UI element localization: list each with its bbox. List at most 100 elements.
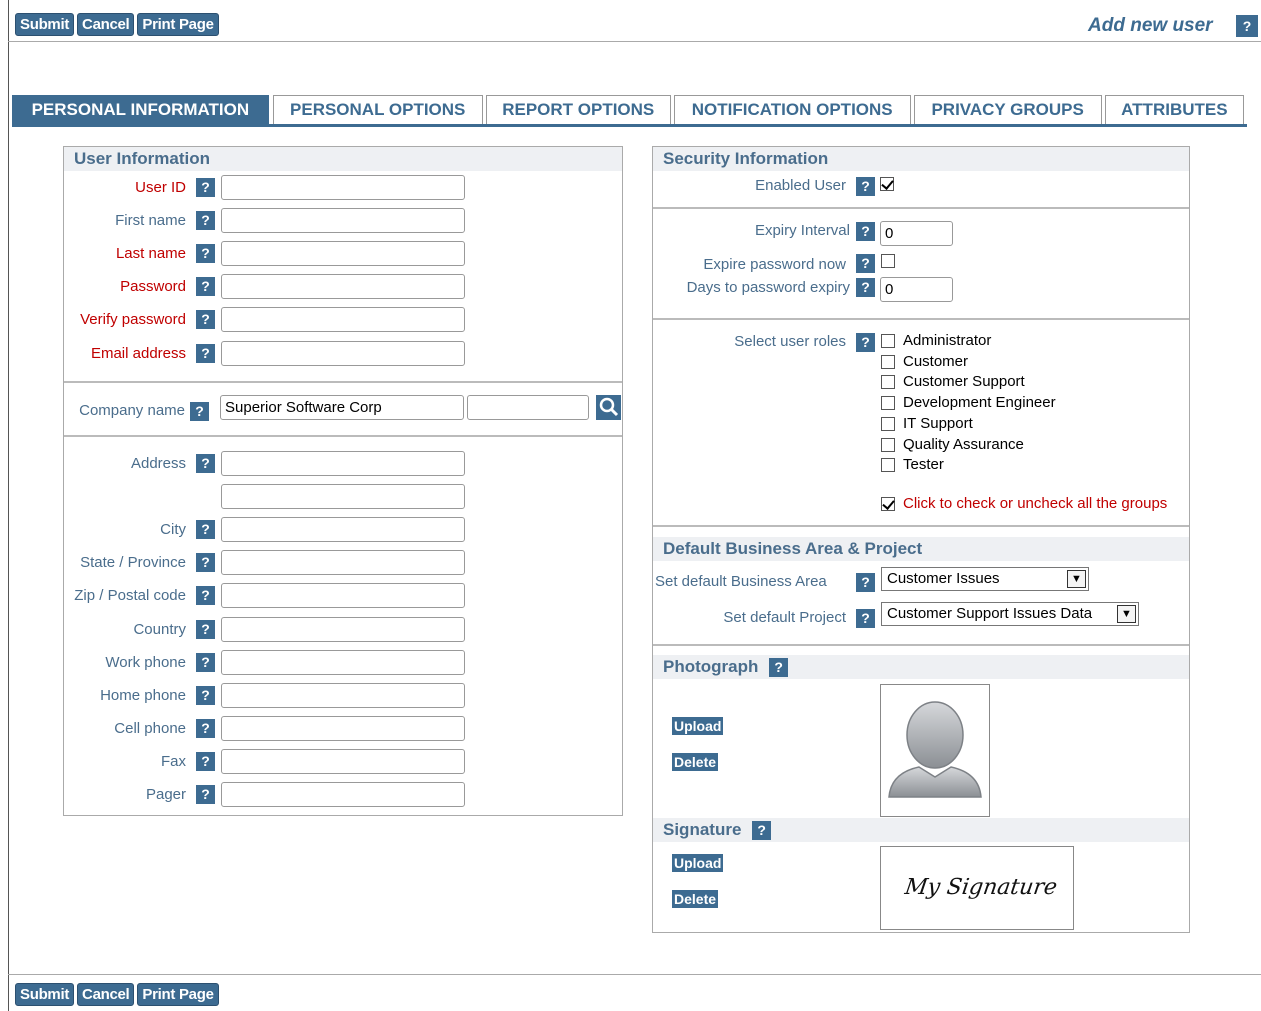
section-divider — [653, 644, 1189, 646]
help-icon[interactable]: ? — [196, 586, 215, 605]
role-checkbox[interactable] — [881, 437, 895, 452]
help-icon[interactable]: ? — [196, 178, 215, 197]
expiry-help-icon[interactable]: ? — [856, 222, 875, 241]
submit-button[interactable]: Submit — [15, 13, 75, 36]
help-icon[interactable]: ? — [196, 620, 215, 639]
field-label: First name — [115, 212, 186, 229]
role-checkbox[interactable] — [881, 416, 895, 431]
default-project-select[interactable]: Customer Support Issues Data ▼ — [881, 602, 1139, 626]
text-field[interactable] — [221, 208, 465, 233]
role-label: Administrator — [903, 332, 992, 349]
help-icon[interactable]: ? — [196, 653, 215, 672]
text-field[interactable] — [221, 341, 465, 366]
help-icon[interactable]: ? — [196, 520, 215, 539]
text-field[interactable] — [221, 484, 465, 509]
text-field[interactable] — [221, 550, 465, 575]
help-icon[interactable]: ? — [196, 344, 215, 363]
field-label: Password — [120, 278, 186, 295]
field-label: Home phone — [100, 687, 186, 704]
field-label: Verify password — [80, 311, 186, 328]
help-icon[interactable]: ? — [196, 277, 215, 296]
signature-title: Signature — [663, 820, 742, 839]
text-field[interactable] — [221, 307, 465, 332]
text-field[interactable] — [221, 749, 465, 774]
expire-now-help-icon[interactable]: ? — [856, 254, 875, 273]
signature-upload-button[interactable]: Upload — [672, 854, 724, 872]
enabled-help-icon[interactable]: ? — [856, 177, 875, 196]
days-help-icon[interactable]: ? — [856, 278, 875, 297]
text-field[interactable] — [221, 451, 465, 476]
header-help-icon[interactable]: ? — [1236, 15, 1258, 37]
help-icon[interactable]: ? — [196, 310, 215, 329]
text-field[interactable] — [221, 241, 465, 266]
tab-report-options[interactable]: REPORT OPTIONS — [485, 95, 671, 126]
tab-attributes[interactable]: ATTRIBUTES — [1104, 95, 1245, 126]
page-title: Add new user — [1088, 15, 1213, 36]
field-label: Work phone — [105, 654, 186, 671]
select-user-roles-label: Select user roles — [734, 333, 846, 350]
toggle-all-groups-checkbox[interactable] — [881, 497, 895, 511]
print-page-button-bottom[interactable]: Print Page — [137, 983, 219, 1006]
text-field[interactable] — [221, 716, 465, 741]
text-field[interactable] — [221, 175, 465, 200]
submit-button-bottom[interactable]: Submit — [15, 983, 75, 1006]
role-label: IT Support — [903, 414, 973, 432]
print-page-button[interactable]: Print Page — [137, 13, 219, 36]
expiry-interval-field[interactable]: 0 — [880, 221, 953, 246]
roles-help-icon[interactable]: ? — [856, 333, 875, 352]
chevron-down-icon: ▼ — [1067, 570, 1086, 588]
tab-underline — [12, 124, 1247, 127]
days-to-expiry-label: Days to password expiry — [686, 279, 850, 296]
help-icon[interactable]: ? — [196, 752, 215, 771]
role-checkbox[interactable] — [881, 354, 895, 369]
help-icon[interactable]: ? — [196, 211, 215, 230]
role-checkbox[interactable] — [881, 375, 895, 390]
project-help-icon[interactable]: ? — [856, 609, 875, 628]
text-field[interactable] — [221, 782, 465, 807]
text-field[interactable] — [221, 274, 465, 299]
cancel-button-bottom[interactable]: Cancel — [77, 983, 135, 1006]
text-field[interactable] — [221, 583, 465, 608]
text-field[interactable] — [221, 650, 465, 675]
role-checkbox[interactable] — [881, 458, 895, 473]
business-area-select[interactable]: Customer Issues ▼ — [881, 567, 1089, 591]
signature-help-icon[interactable]: ? — [752, 821, 772, 840]
tab-personal-information[interactable]: PERSONAL INFORMATION — [12, 95, 269, 126]
cancel-button[interactable]: Cancel — [77, 13, 135, 36]
signature-header: Signature ? — [653, 818, 1189, 842]
enabled-user-checkbox[interactable] — [880, 177, 894, 191]
expire-password-now-label: Expire password now — [703, 256, 846, 273]
tab-privacy-groups[interactable]: PRIVACY GROUPS — [913, 95, 1102, 126]
search-icon[interactable] — [596, 395, 621, 420]
company-name-label: Company name — [79, 402, 185, 419]
default-area-title: Default Business Area & Project — [653, 537, 1189, 561]
company-secondary-field[interactable] — [467, 395, 589, 420]
role-checkbox[interactable] — [881, 396, 895, 411]
help-icon[interactable]: ? — [196, 719, 215, 738]
field-label: Cell phone — [114, 720, 186, 737]
photo-upload-button[interactable]: Upload — [672, 717, 724, 735]
company-name-field[interactable]: Superior Software Corp — [220, 395, 464, 420]
text-field[interactable] — [221, 517, 465, 542]
help-icon[interactable]: ? — [196, 785, 215, 804]
role-checkbox[interactable] — [881, 334, 895, 348]
expire-password-now-checkbox[interactable] — [881, 254, 895, 268]
tab-notification-options[interactable]: NOTIFICATION OPTIONS — [673, 95, 911, 126]
bottom-divider — [8, 974, 1261, 975]
days-to-expiry-field[interactable]: 0 — [880, 277, 953, 302]
area-help-icon[interactable]: ? — [856, 573, 875, 592]
help-icon[interactable]: ? — [196, 454, 215, 473]
text-field[interactable] — [221, 617, 465, 642]
section-divider — [653, 525, 1189, 527]
tab-personal-options[interactable]: PERSONAL OPTIONS — [272, 95, 483, 126]
photo-help-icon[interactable]: ? — [769, 658, 789, 677]
company-help-icon[interactable]: ? — [190, 402, 209, 421]
help-icon[interactable]: ? — [196, 553, 215, 572]
text-field[interactable] — [221, 683, 465, 708]
default-project-value: Customer Support Issues Data — [887, 605, 1093, 622]
toggle-all-groups-label[interactable]: Click to check or uncheck all the groups — [903, 495, 1167, 512]
photo-delete-button[interactable]: Delete — [672, 753, 719, 771]
help-icon[interactable]: ? — [196, 686, 215, 705]
help-icon[interactable]: ? — [196, 244, 215, 263]
signature-delete-button[interactable]: Delete — [672, 890, 719, 908]
